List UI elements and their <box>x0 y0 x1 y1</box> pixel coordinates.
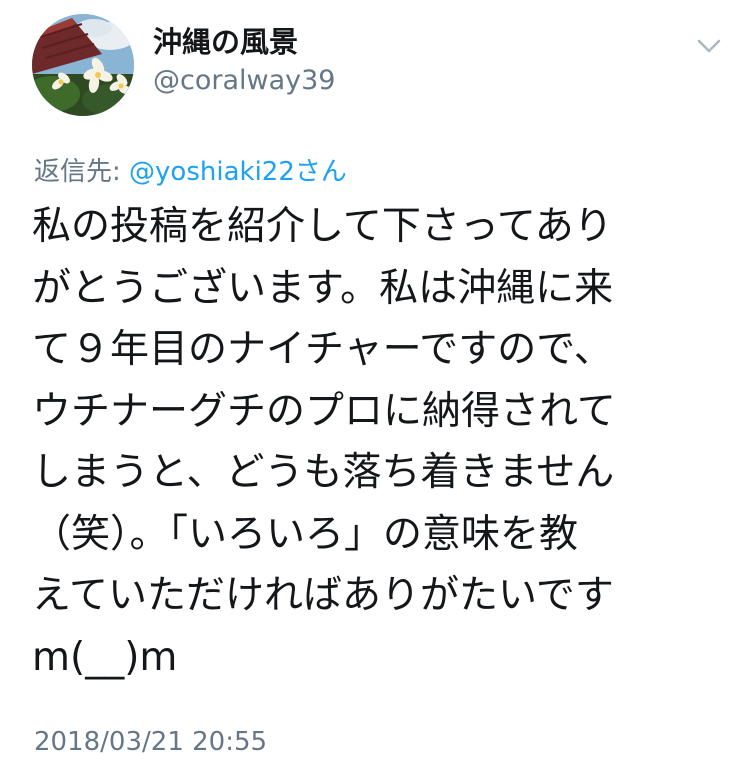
reply-context: 返信先: @yoshiaki22さん <box>34 156 347 188</box>
tweet-text-line: て９年目のナイチャーですので、 <box>32 327 613 372</box>
tweet-menu-button[interactable] <box>695 32 723 60</box>
tweet-text-line: m(__)m <box>32 634 178 680</box>
tweet-text-line: がとうございます。私は沖縄に来 <box>32 265 614 311</box>
tweet-text-line: しまうと、どうも落ち着きません <box>32 450 615 495</box>
avatar[interactable] <box>32 14 134 116</box>
tweet-timestamp[interactable]: 2018/03/21 20:55 <box>34 726 267 758</box>
avatar-image <box>32 14 134 116</box>
tweet-text-line: （笑）。「いろいろ」の意味を教 <box>32 511 579 557</box>
tweet: 沖縄の風景 @coralway39 返信先: @yoshiaki22さん 私の投… <box>0 0 750 782</box>
author-handle[interactable]: @coralway39 <box>153 64 335 98</box>
reply-prefix: 返信先: <box>34 157 130 187</box>
reply-mention-link[interactable]: @yoshiaki22さん <box>129 157 347 187</box>
tweet-text-line: えていただければありがたいです <box>32 573 614 618</box>
tweet-text-line: 私の投稿を紹介して下さってあり <box>32 204 613 249</box>
author-display-name[interactable]: 沖縄の風景 <box>153 24 298 60</box>
tweet-text-line: ウチナーグチのプロに納得されて <box>32 388 616 434</box>
tweet-text: 私の投稿を紹介して下さってあり がとうございます。私は沖縄に来 て９年目のナイチ… <box>32 196 732 688</box>
chevron-down-icon <box>697 39 721 53</box>
